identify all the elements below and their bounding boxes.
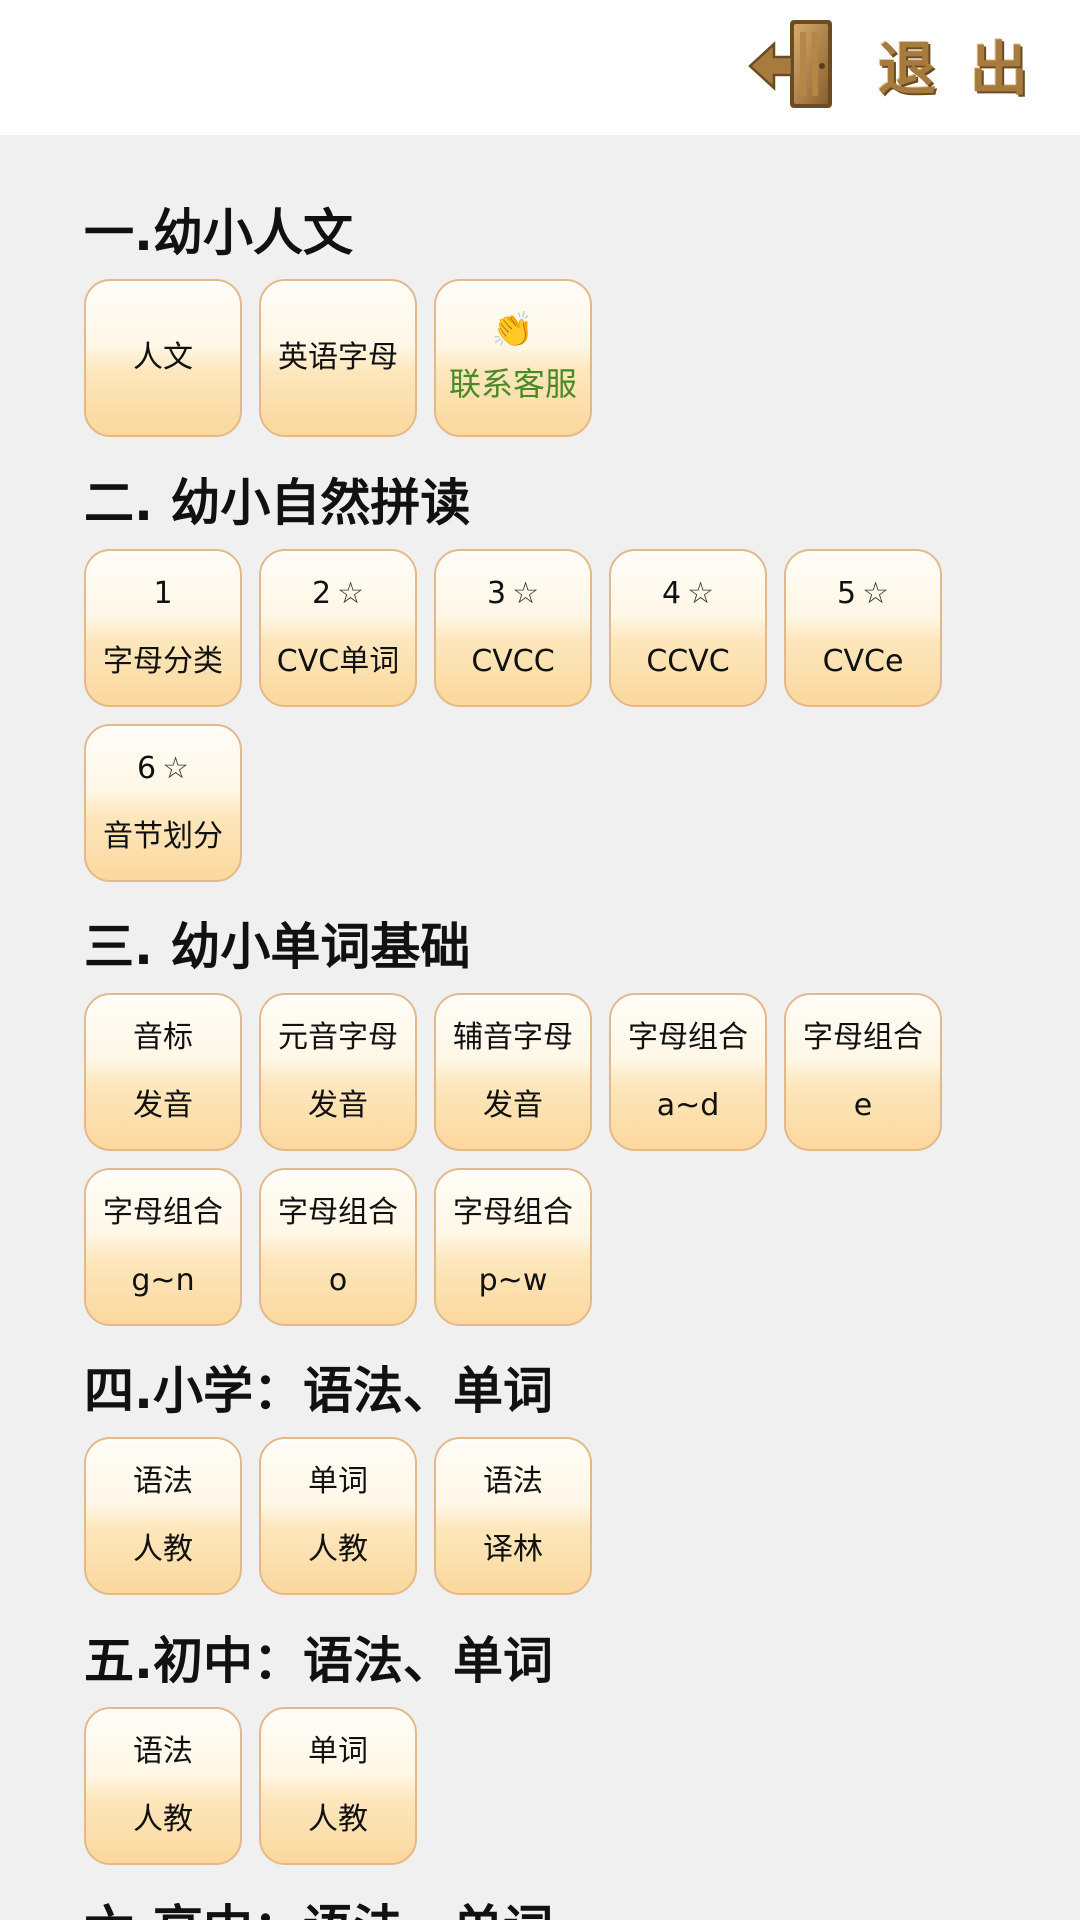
contact-support-label: 联系客服: [448, 365, 577, 403]
tile-grid: 语法 人教 单词 人教: [84, 1707, 984, 1865]
star-icon: ☆: [337, 576, 364, 611]
tile-number: 4: [662, 576, 682, 611]
exit-button[interactable]: 退出: [744, 14, 1062, 114]
section-word-basics: 三. 幼小单词基础 音标 发音 元音字母 发音 辅音字母 发音 字母组合 a~d…: [84, 915, 1044, 1326]
tile-humanities[interactable]: 人文: [84, 279, 242, 437]
tile-combo-p-w[interactable]: 字母组合 p~w: [434, 1168, 592, 1326]
tile-junior-words-pep[interactable]: 单词 人教: [259, 1707, 417, 1865]
clapping-hands-icon: 👏: [491, 310, 535, 350]
tile-grid: 语法 人教 单词 人教 语法 译林: [84, 1437, 984, 1595]
tile-vowel-letters[interactable]: 元音字母 发音: [259, 993, 417, 1151]
section-senior-high: 六.高中：语法、单词: [84, 1897, 1044, 1920]
tile-label: 辅音字母: [453, 1020, 573, 1055]
tile-number: 3: [487, 576, 507, 611]
tile-label: 音标: [133, 1020, 193, 1055]
tile-label: 字母组合: [803, 1020, 923, 1055]
star-icon: ☆: [162, 751, 189, 786]
tile-label: 语法: [133, 1464, 193, 1499]
tile-label: CVC单词: [276, 644, 400, 679]
tile-phonetic-symbols[interactable]: 音标 发音: [84, 993, 242, 1151]
section-humanities: 一.幼小人文 人文 英语字母 👏 联系客服: [84, 201, 1044, 437]
star-icon: ☆: [862, 576, 889, 611]
tile-combo-o[interactable]: 字母组合 o: [259, 1168, 417, 1326]
tile-combo-e[interactable]: 字母组合 e: [784, 993, 942, 1151]
tile-label: 英语字母: [278, 340, 398, 375]
tile-sublabel: o: [328, 1263, 348, 1298]
tile-phonics-3[interactable]: 3 ☆ CVCC: [434, 549, 592, 707]
menu-content[interactable]: 一.幼小人文 人文 英语字母 👏 联系客服 二. 幼小自然拼读 1 字母分类 2…: [0, 135, 1080, 1920]
tile-contact-support[interactable]: 👏 联系客服: [434, 279, 592, 437]
tile-label: 单词: [308, 1464, 368, 1499]
tile-number: 2: [312, 576, 332, 611]
section-phonics: 二. 幼小自然拼读 1 字母分类 2 ☆ CVC单词 3 ☆ CVCC 4 ☆ CCV…: [84, 471, 1044, 882]
tile-sublabel: p~w: [478, 1263, 548, 1298]
tile-sublabel: a~d: [656, 1088, 720, 1123]
tile-grid: 音标 发音 元音字母 发音 辅音字母 发音 字母组合 a~d 字母组合 e 字母…: [84, 993, 984, 1326]
tile-label: 语法: [133, 1734, 193, 1769]
tile-primary-words-pep[interactable]: 单词 人教: [259, 1437, 417, 1595]
tile-phonics-4[interactable]: 4 ☆ CCVC: [609, 549, 767, 707]
tile-combo-g-n[interactable]: 字母组合 g~n: [84, 1168, 242, 1326]
tile-grid: 1 字母分类 2 ☆ CVC单词 3 ☆ CVCC 4 ☆ CCVC 5 ☆ CVCe …: [84, 549, 984, 882]
tile-label: 字母组合: [103, 1195, 223, 1230]
tile-sublabel: e: [853, 1088, 873, 1123]
tile-sublabel: 发音: [483, 1088, 543, 1123]
tile-junior-grammar-pep[interactable]: 语法 人教: [84, 1707, 242, 1865]
tile-phonics-5[interactable]: 5 ☆ CVCe: [784, 549, 942, 707]
exit-label: 退出: [877, 35, 1062, 103]
tile-label: 语法: [483, 1464, 543, 1499]
tile-label: CVCC: [471, 644, 555, 679]
tile-consonant-letters[interactable]: 辅音字母 发音: [434, 993, 592, 1151]
tile-label: 字母组合: [278, 1195, 398, 1230]
tile-label: 字母分类: [103, 644, 223, 679]
tile-label: 单词: [308, 1734, 368, 1769]
section-primary-school: 四.小学：语法、单词 语法 人教 单词 人教 语法 译林: [84, 1359, 1044, 1595]
section-junior-high: 五.初中：语法、单词 语法 人教 单词 人教: [84, 1629, 1044, 1865]
section-title: 一.幼小人文: [84, 204, 353, 262]
section-title: 二. 幼小自然拼读: [84, 474, 471, 532]
tile-sublabel: g~n: [131, 1263, 195, 1298]
tile-phonics-2[interactable]: 2 ☆ CVC单词: [259, 549, 417, 707]
exit-door-arrow-icon: [748, 20, 832, 108]
section-title: 六.高中：语法、单词: [84, 1897, 1044, 1920]
star-icon: ☆: [512, 576, 539, 611]
tile-phonics-6[interactable]: 6 ☆ 音节划分: [84, 724, 242, 882]
tile-sublabel: 人教: [308, 1532, 368, 1567]
tile-sublabel: 发音: [308, 1088, 368, 1123]
tile-primary-grammar-yilin[interactable]: 语法 译林: [434, 1437, 592, 1595]
tile-sublabel: 人教: [308, 1802, 368, 1837]
tile-english-alphabet[interactable]: 英语字母: [259, 279, 417, 437]
tile-label: 音节划分: [103, 819, 223, 854]
tile-combo-a-d[interactable]: 字母组合 a~d: [609, 993, 767, 1151]
tile-label: 人文: [133, 340, 193, 375]
section-title: 三. 幼小单词基础: [84, 918, 471, 976]
tile-sublabel: 发音: [133, 1088, 193, 1123]
tile-label: 字母组合: [453, 1195, 573, 1230]
tile-sublabel: 人教: [133, 1532, 193, 1567]
tile-number: 5: [837, 576, 857, 611]
tile-label: CCVC: [646, 644, 730, 679]
tile-label: 元音字母: [278, 1020, 398, 1055]
star-icon: ☆: [687, 576, 714, 611]
section-title: 五.初中：语法、单词: [84, 1632, 553, 1690]
tile-grid: 人文 英语字母 👏 联系客服: [84, 279, 984, 437]
tile-number: 1: [153, 576, 173, 611]
tile-label: 字母组合: [628, 1020, 748, 1055]
section-title: 四.小学：语法、单词: [84, 1362, 553, 1420]
tile-number: 6: [137, 751, 157, 786]
top-bar: 退出: [0, 0, 1080, 135]
tile-phonics-1[interactable]: 1 字母分类: [84, 549, 242, 707]
tile-primary-grammar-pep[interactable]: 语法 人教: [84, 1437, 242, 1595]
tile-sublabel: 译林: [483, 1532, 543, 1567]
tile-sublabel: 人教: [133, 1802, 193, 1837]
tile-label: CVCe: [822, 644, 904, 679]
